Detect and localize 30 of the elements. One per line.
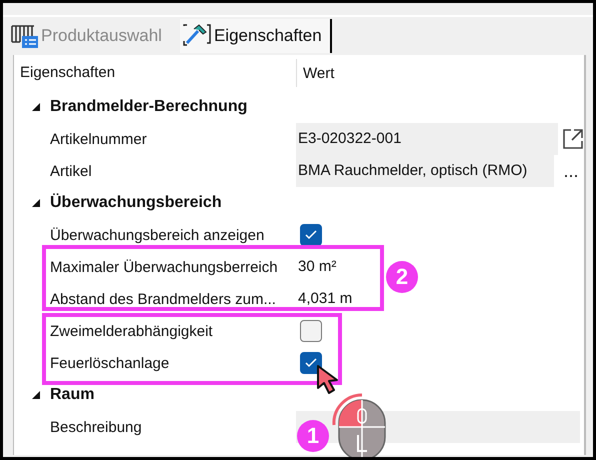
property-label: Beschreibung xyxy=(49,418,143,436)
group-title: Überwachungsbereich xyxy=(50,194,222,212)
checkmark-icon xyxy=(305,230,317,240)
tab[interactable]: Eigenschaften xyxy=(180,19,332,53)
value-field[interactable]: E3-020322-001 xyxy=(296,123,558,155)
property-label: Artikelnummer xyxy=(49,130,148,148)
value-text: 30 m² xyxy=(297,257,336,277)
checkmark-icon xyxy=(305,358,317,368)
property-label: Feuerlöschanlage xyxy=(49,354,170,372)
column-header: Wert xyxy=(302,64,334,82)
expand-toggle[interactable] xyxy=(32,199,40,207)
more-button[interactable]: ... xyxy=(558,161,584,181)
value-text: 4,031 m xyxy=(297,289,352,309)
expand-toggle[interactable] xyxy=(32,103,40,111)
list-icon xyxy=(9,23,39,49)
checkbox[interactable] xyxy=(300,352,322,374)
property-label: Artikel xyxy=(49,162,93,180)
value-field[interactable]: BMA Rauchmelder, optisch (RMO) xyxy=(296,155,554,187)
checkbox[interactable] xyxy=(300,224,322,246)
column-header: Eigenschaften xyxy=(14,59,297,87)
property-label: Abstand des Brandmelders zum... xyxy=(49,290,277,308)
expand-toggle[interactable] xyxy=(32,391,40,399)
hammer-icon xyxy=(182,23,212,49)
property-label: Zweimelderabhängigkeit xyxy=(49,322,214,340)
group-title: Brandmelder-Berechnung xyxy=(50,98,248,116)
external-link-icon xyxy=(562,128,584,150)
property-label: Maximaler Überwachungsberreich xyxy=(49,258,279,276)
checkbox[interactable] xyxy=(300,320,322,342)
group-title: Raum xyxy=(50,386,94,404)
property-label: Überwachungsbereich anzeigen xyxy=(49,226,266,244)
